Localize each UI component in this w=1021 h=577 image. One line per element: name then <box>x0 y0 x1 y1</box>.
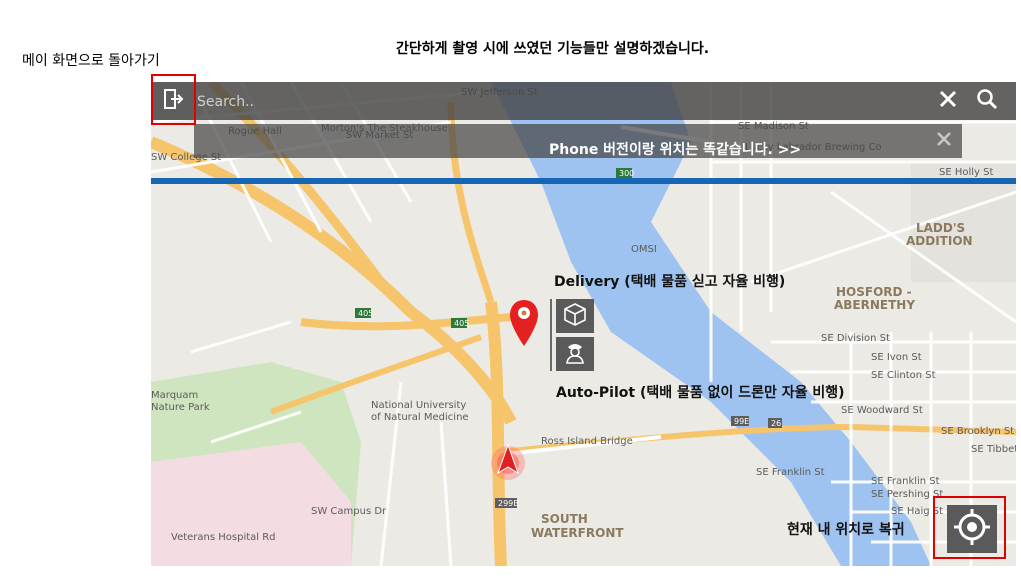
svg-text:SE Division St: SE Division St <box>821 333 890 344</box>
svg-text:SE Ivon St: SE Ivon St <box>871 352 922 363</box>
svg-text:300: 300 <box>619 169 634 178</box>
svg-text:LADD'S: LADD'S <box>916 221 965 235</box>
svg-text:WATERFRONT: WATERFRONT <box>531 526 624 540</box>
search-input[interactable] <box>195 86 919 118</box>
search-icon <box>976 88 998 114</box>
location-return-label: 현재 내 위치로 복귀 <box>787 522 905 538</box>
package-box-icon <box>562 301 588 331</box>
svg-text:Nature Park: Nature Park <box>151 402 210 413</box>
top-note-caption: 간단하게 촬영 시에 쓰였던 기능들만 설명하겠습니다. <box>396 41 710 57</box>
svg-text:ADDITION: ADDITION <box>906 234 973 248</box>
close-icon <box>936 131 952 151</box>
pilot-icon <box>562 339 588 369</box>
accent-divider <box>151 178 1016 184</box>
drone-position-marker <box>489 441 527 487</box>
svg-text:26: 26 <box>771 419 781 428</box>
svg-text:HOSFORD -: HOSFORD - <box>836 285 912 299</box>
svg-text:SE Haig St: SE Haig St <box>891 506 943 517</box>
delivery-mode-button[interactable] <box>556 299 594 333</box>
svg-text:SE Clinton St: SE Clinton St <box>871 370 936 381</box>
svg-text:SOUTH: SOUTH <box>541 512 588 526</box>
exit-button[interactable] <box>151 82 195 120</box>
navigation-arrow-icon <box>491 443 525 480</box>
close-icon <box>939 90 957 112</box>
svg-text:SE Brooklyn St: SE Brooklyn St <box>941 426 1014 437</box>
svg-text:SE Holly St: SE Holly St <box>939 167 993 178</box>
autopilot-label: Auto-Pilot (택배 물품 없이 드론만 자율 비행) <box>556 385 845 401</box>
search-button[interactable] <box>967 82 1007 120</box>
svg-text:Marquam: Marquam <box>151 390 198 401</box>
delivery-label: Delivery (택배 물품 싣고 자율 비행) <box>554 274 786 290</box>
svg-text:SW Campus Dr: SW Campus Dr <box>311 506 387 517</box>
svg-text:SE Tibbetts: SE Tibbetts <box>971 444 1016 455</box>
svg-text:Ross Island Bridge: Ross Island Bridge <box>541 436 633 447</box>
svg-text:SE Franklin St: SE Franklin St <box>871 476 940 487</box>
svg-text:405: 405 <box>358 309 373 318</box>
svg-text:of Natural Medicine: of Natural Medicine <box>371 412 469 423</box>
svg-text:Veterans Hospital Rd: Veterans Hospital Rd <box>171 532 276 543</box>
svg-text:OMSI: OMSI <box>631 244 657 255</box>
exit-door-icon <box>162 88 184 114</box>
back-to-main-caption: 메이 화면으로 돌아가기 <box>22 53 160 69</box>
crosshair-icon <box>952 507 992 551</box>
svg-text:ABERNETHY: ABERNETHY <box>834 298 915 312</box>
notice-banner: Phone 버전이랑 위치는 똑같습니다. >> <box>194 124 962 158</box>
svg-text:SE Pershing St: SE Pershing St <box>871 489 943 500</box>
my-location-button[interactable] <box>947 505 997 553</box>
svg-text:SE Franklin St: SE Franklin St <box>756 467 825 478</box>
search-bar <box>151 82 1016 120</box>
clear-search-button[interactable] <box>929 82 967 120</box>
autopilot-mode-button[interactable] <box>556 337 594 371</box>
svg-text:SE Woodward St: SE Woodward St <box>841 405 923 416</box>
map-pin-icon <box>510 300 538 346</box>
svg-text:405: 405 <box>454 319 469 328</box>
svg-text:National University: National University <box>371 400 466 411</box>
svg-text:299B: 299B <box>498 499 519 508</box>
svg-text:99E: 99E <box>734 417 749 426</box>
notice-close-button[interactable] <box>928 124 960 158</box>
mode-divider <box>550 299 552 371</box>
destination-pin[interactable] <box>508 298 540 352</box>
notice-text: Phone 버전이랑 위치는 똑같습니다. >> <box>549 142 802 158</box>
